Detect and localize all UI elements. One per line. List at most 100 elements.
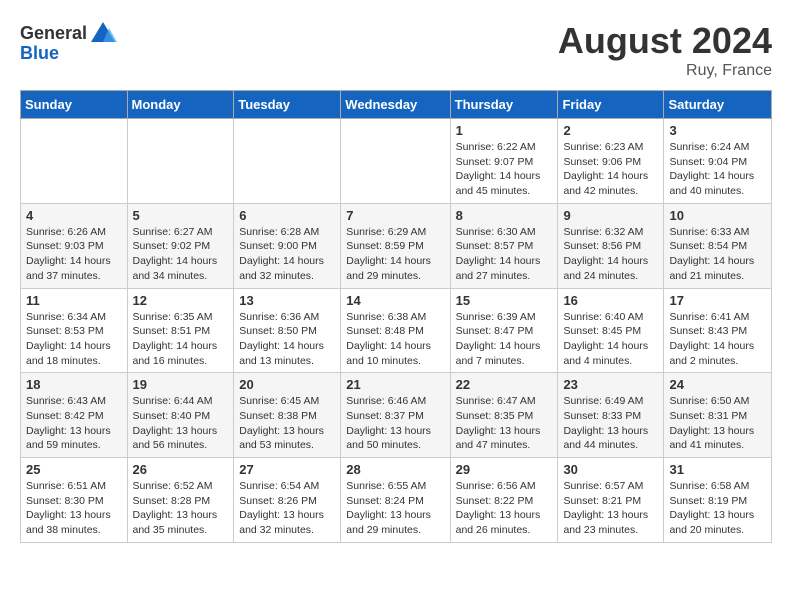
day-info: Sunrise: 6:40 AM Sunset: 8:45 PM Dayligh… [563,310,658,369]
day-number: 10 [669,208,766,223]
header-day-tuesday: Tuesday [234,91,341,119]
day-number: 25 [26,462,122,477]
calendar-cell: 19 Sunrise: 6:44 AM Sunset: 8:40 PM Dayli… [127,373,234,458]
logo: General Blue [20,20,117,64]
calendar-cell: 7 Sunrise: 6:29 AM Sunset: 8:59 PM Daylig… [341,203,450,288]
day-info: Sunrise: 6:58 AM Sunset: 8:19 PM Dayligh… [669,479,766,538]
calendar-cell: 30 Sunrise: 6:57 AM Sunset: 8:21 PM Dayli… [558,458,664,543]
calendar-week-4: 18Sunrise: 6:43 AM Sunset: 8:42 PM Dayli… [21,373,772,458]
day-info: Sunrise: 6:54 AM Sunset: 8:26 PM Dayligh… [239,479,335,538]
header-day-friday: Friday [558,91,664,119]
day-info: Sunrise: 6:22 AM Sunset: 9:07 PM Dayligh… [456,140,553,199]
day-number: 7 [346,208,444,223]
day-info: Sunrise: 6:34 AM Sunset: 8:53 PM Dayligh… [26,310,122,369]
calendar-header: SundayMondayTuesdayWednesdayThursdayFrid… [21,91,772,119]
calendar-cell: 29Sunrise: 6:56 AM Sunset: 8:22 PM Dayli… [450,458,558,543]
logo-blue: Blue [20,44,117,64]
location-subtitle: Ruy, France [558,62,772,80]
calendar-cell: 4Sunrise: 6:26 AM Sunset: 9:03 PM Daylig… [21,203,128,288]
day-number: 16 [563,293,658,308]
calendar-cell: 14 Sunrise: 6:38 AM Sunset: 8:48 PM Dayli… [341,288,450,373]
day-number: 6 [239,208,335,223]
day-info: Sunrise: 6:41 AM Sunset: 8:43 PM Dayligh… [669,310,766,369]
calendar-cell: 13Sunrise: 6:36 AM Sunset: 8:50 PM Dayli… [234,288,341,373]
day-number: 20 [239,377,335,392]
calendar-cell: 17 Sunrise: 6:41 AM Sunset: 8:43 PM Dayli… [664,288,772,373]
month-year-title: August 2024 [558,20,772,62]
header-day-saturday: Saturday [664,91,772,119]
calendar-cell: 23 Sunrise: 6:49 AM Sunset: 8:33 PM Dayli… [558,373,664,458]
day-number: 9 [563,208,658,223]
calendar-cell: 5 Sunrise: 6:27 AM Sunset: 9:02 PM Daylig… [127,203,234,288]
day-number: 1 [456,123,553,138]
day-number: 21 [346,377,444,392]
calendar-cell: 21 Sunrise: 6:46 AM Sunset: 8:37 PM Dayli… [341,373,450,458]
day-info: Sunrise: 6:33 AM Sunset: 8:54 PM Dayligh… [669,225,766,284]
calendar-table: SundayMondayTuesdayWednesdayThursdayFrid… [20,90,772,543]
day-info: Sunrise: 6:35 AM Sunset: 8:51 PM Dayligh… [133,310,229,369]
day-number: 18 [26,377,122,392]
calendar-cell: 27 Sunrise: 6:54 AM Sunset: 8:26 PM Dayli… [234,458,341,543]
calendar-week-1: 1 Sunrise: 6:22 AM Sunset: 9:07 PM Daylig… [21,119,772,204]
title-area: August 2024 Ruy, France [558,20,772,80]
day-info: Sunrise: 6:36 AM Sunset: 8:50 PM Dayligh… [239,310,335,369]
day-info: Sunrise: 6:29 AM Sunset: 8:59 PM Dayligh… [346,225,444,284]
day-number: 22 [456,377,553,392]
calendar-cell: 2Sunrise: 6:23 AM Sunset: 9:06 PM Daylig… [558,119,664,204]
day-number: 4 [26,208,122,223]
day-info: Sunrise: 6:23 AM Sunset: 9:06 PM Dayligh… [563,140,658,199]
calendar-cell: 22 Sunrise: 6:47 AM Sunset: 8:35 PM Dayli… [450,373,558,458]
calendar-cell: 10 Sunrise: 6:33 AM Sunset: 8:54 PM Dayli… [664,203,772,288]
day-number: 29 [456,462,553,477]
day-info: Sunrise: 6:47 AM Sunset: 8:35 PM Dayligh… [456,394,553,453]
day-number: 17 [669,293,766,308]
day-number: 19 [133,377,229,392]
header-row: SundayMondayTuesdayWednesdayThursdayFrid… [21,91,772,119]
logo-general: General [20,24,87,44]
calendar-cell: 25 Sunrise: 6:51 AM Sunset: 8:30 PM Dayli… [21,458,128,543]
header-day-wednesday: Wednesday [341,91,450,119]
calendar-week-5: 25 Sunrise: 6:51 AM Sunset: 8:30 PM Dayli… [21,458,772,543]
day-number: 14 [346,293,444,308]
header-day-thursday: Thursday [450,91,558,119]
calendar-cell: 31 Sunrise: 6:58 AM Sunset: 8:19 PM Dayli… [664,458,772,543]
day-number: 31 [669,462,766,477]
header-day-sunday: Sunday [21,91,128,119]
calendar-cell: 12 Sunrise: 6:35 AM Sunset: 8:51 PM Dayli… [127,288,234,373]
day-number: 8 [456,208,553,223]
calendar-cell: 8 Sunrise: 6:30 AM Sunset: 8:57 PM Daylig… [450,203,558,288]
calendar-cell [21,119,128,204]
calendar-cell [234,119,341,204]
day-number: 30 [563,462,658,477]
day-info: Sunrise: 6:51 AM Sunset: 8:30 PM Dayligh… [26,479,122,538]
day-info: Sunrise: 6:38 AM Sunset: 8:48 PM Dayligh… [346,310,444,369]
day-info: Sunrise: 6:39 AM Sunset: 8:47 PM Dayligh… [456,310,553,369]
calendar-cell: 15 Sunrise: 6:39 AM Sunset: 8:47 PM Dayli… [450,288,558,373]
day-number: 12 [133,293,229,308]
day-number: 3 [669,123,766,138]
day-number: 15 [456,293,553,308]
day-info: Sunrise: 6:50 AM Sunset: 8:31 PM Dayligh… [669,394,766,453]
day-info: Sunrise: 6:46 AM Sunset: 8:37 PM Dayligh… [346,394,444,453]
day-number: 28 [346,462,444,477]
calendar-cell: 16 Sunrise: 6:40 AM Sunset: 8:45 PM Dayli… [558,288,664,373]
calendar-cell: 24Sunrise: 6:50 AM Sunset: 8:31 PM Dayli… [664,373,772,458]
calendar-cell: 20Sunrise: 6:45 AM Sunset: 8:38 PM Dayli… [234,373,341,458]
day-info: Sunrise: 6:49 AM Sunset: 8:33 PM Dayligh… [563,394,658,453]
calendar-body: 1 Sunrise: 6:22 AM Sunset: 9:07 PM Daylig… [21,119,772,543]
calendar-cell: 6 Sunrise: 6:28 AM Sunset: 9:00 PM Daylig… [234,203,341,288]
day-info: Sunrise: 6:57 AM Sunset: 8:21 PM Dayligh… [563,479,658,538]
day-info: Sunrise: 6:30 AM Sunset: 8:57 PM Dayligh… [456,225,553,284]
day-info: Sunrise: 6:44 AM Sunset: 8:40 PM Dayligh… [133,394,229,453]
calendar-cell: 18Sunrise: 6:43 AM Sunset: 8:42 PM Dayli… [21,373,128,458]
day-number: 5 [133,208,229,223]
calendar-cell [341,119,450,204]
day-number: 27 [239,462,335,477]
day-info: Sunrise: 6:28 AM Sunset: 9:00 PM Dayligh… [239,225,335,284]
day-number: 23 [563,377,658,392]
calendar-cell [127,119,234,204]
calendar-cell: 26Sunrise: 6:52 AM Sunset: 8:28 PM Dayli… [127,458,234,543]
day-info: Sunrise: 6:27 AM Sunset: 9:02 PM Dayligh… [133,225,229,284]
calendar-week-2: 4Sunrise: 6:26 AM Sunset: 9:03 PM Daylig… [21,203,772,288]
calendar-cell: 9Sunrise: 6:32 AM Sunset: 8:56 PM Daylig… [558,203,664,288]
